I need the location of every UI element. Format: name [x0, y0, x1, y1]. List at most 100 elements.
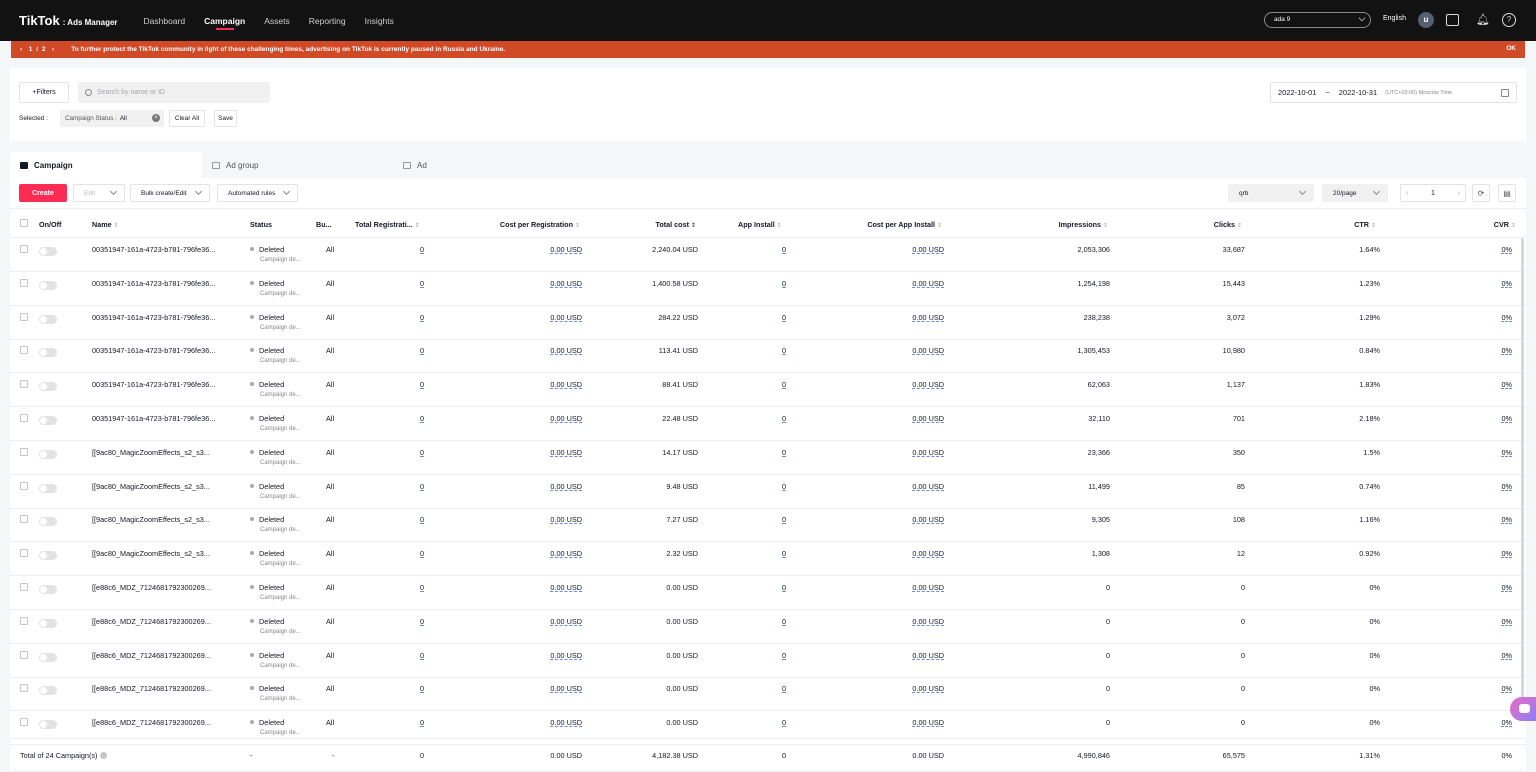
language-selector[interactable]: English [1383, 15, 1406, 22]
row-checkbox[interactable] [20, 312, 28, 321]
app-install-cell[interactable]: 0 [782, 414, 786, 423]
cost-per-app-install-cell[interactable]: 0.00 USD [850, 448, 944, 457]
header-cvr[interactable]: CVR ⇕ [1450, 220, 1516, 229]
on-off-toggle[interactable] [39, 720, 57, 730]
cvr-cell[interactable]: 0% [1450, 414, 1512, 423]
campaign-name[interactable]: [[9ac80_MagicZoomEffects_s2_s3... [92, 549, 210, 558]
app-install-cell[interactable]: 0 [782, 482, 786, 491]
cvr-cell[interactable]: 0% [1450, 515, 1512, 524]
table-row[interactable]: 00351947-161a-4723-b781-796fe36... Delete… [10, 339, 1526, 374]
automated-rules-dropdown[interactable]: Automated rules [217, 184, 298, 202]
table-row[interactable]: [[e88c6_MDZ_7124681792300269... Deleted Ca… [10, 610, 1526, 644]
avatar[interactable]: u [1418, 12, 1434, 28]
table-row[interactable]: [[9ac80_MagicZoomEffects_s2_s3... Deleted… [10, 508, 1526, 543]
cost-per-registration-cell[interactable]: 0.00 USD [490, 279, 582, 288]
next-page-button[interactable]: › [1458, 190, 1460, 197]
logo[interactable]: TikTok : Ads Manager [19, 13, 118, 28]
cost-per-registration-cell[interactable]: 0.00 USD [490, 346, 582, 355]
row-checkbox[interactable] [20, 515, 28, 524]
app-install-cell[interactable]: 0 [782, 718, 786, 727]
on-off-toggle[interactable] [39, 686, 57, 696]
table-row[interactable]: [[9ac80_MagicZoomEffects_s2_s3... Deleted… [10, 542, 1526, 577]
edit-dropdown[interactable]: Edit [73, 184, 125, 202]
on-off-toggle[interactable] [39, 416, 57, 425]
table-row[interactable]: [[9ac80_MagicZoomEffects_s2_s3... Deleted… [10, 441, 1526, 475]
nav-assets[interactable]: Assets [264, 0, 290, 41]
table-row[interactable]: [[e88c6_MDZ_7124681792300269... Deleted Ca… [10, 677, 1526, 712]
on-off-toggle[interactable] [39, 652, 57, 662]
prev-page-button[interactable]: ‹ [1406, 190, 1408, 197]
cvr-cell[interactable]: 0% [1450, 279, 1512, 288]
header-app-install[interactable]: App Install ⇕ [738, 220, 782, 229]
on-off-toggle[interactable] [39, 449, 57, 459]
account-selector[interactable]: ada 9 [1264, 12, 1371, 28]
cost-per-app-install-cell[interactable]: 0.00 USD [850, 279, 944, 288]
on-off-toggle[interactable] [39, 585, 57, 594]
table-row[interactable]: [[e88c6_MDZ_7124681792300269... Deleted Ca… [10, 576, 1526, 610]
row-checkbox[interactable] [20, 245, 28, 253]
cost-per-app-install-cell[interactable]: 0.00 USD [850, 684, 944, 693]
cost-per-registration-cell[interactable]: 0.00 USD [490, 718, 582, 727]
cvr-cell[interactable]: 0% [1450, 448, 1512, 457]
status-filter-chip[interactable]: Campaign Status : All × [60, 110, 164, 127]
export-icon[interactable]: ▤ [1498, 184, 1516, 202]
cvr-cell[interactable]: 0% [1450, 651, 1512, 660]
row-checkbox[interactable] [20, 549, 28, 558]
campaign-name[interactable]: [[9ac80_MagicZoomEffects_s2_s3... [92, 515, 210, 524]
select-all-checkbox[interactable] [20, 219, 28, 227]
on-off-toggle[interactable] [39, 618, 57, 628]
registrations-cell[interactable]: 0 [420, 380, 424, 389]
campaign-name[interactable]: [[e88c6_MDZ_7124681792300269... [92, 684, 211, 693]
app-install-cell[interactable]: 0 [782, 279, 786, 288]
nav-campaign[interactable]: Campaign [204, 0, 245, 41]
app-install-cell[interactable]: 0 [782, 313, 786, 322]
row-checkbox[interactable] [20, 616, 28, 625]
banner-pager[interactable]: ‹ 1 / 2 › [20, 46, 55, 53]
cost-per-app-install-cell[interactable]: 0.00 USD [850, 583, 944, 592]
app-install-cell[interactable]: 0 [782, 651, 786, 660]
cost-per-registration-cell[interactable]: 0.00 USD [490, 549, 582, 558]
cost-per-registration-cell[interactable]: 0.00 USD [490, 515, 582, 524]
registrations-cell[interactable]: 0 [420, 515, 424, 524]
campaign-name[interactable]: 00351947-161a-4723-b781-796fe36... [92, 245, 215, 254]
search-input[interactable]: Search by name or ID [78, 82, 270, 103]
cost-per-registration-cell[interactable]: 0.00 USD [490, 651, 582, 660]
header-name[interactable]: Name ⇕ [92, 220, 119, 229]
cost-per-registration-cell[interactable]: 0.00 USD [490, 313, 582, 322]
table-row[interactable]: 00351947-161a-4723-b781-796fe36... Delete… [10, 407, 1526, 441]
registrations-cell[interactable]: 0 [420, 651, 424, 660]
table-row[interactable]: [[9ac80_MagicZoomEffects_s2_s3... Deleted… [10, 475, 1526, 509]
cvr-cell[interactable]: 0% [1450, 583, 1512, 592]
cost-per-registration-cell[interactable]: 0.00 USD [490, 380, 582, 389]
on-off-toggle[interactable] [39, 517, 57, 527]
table-row[interactable]: 00351947-161a-4723-b781-796fe36... Delete… [10, 272, 1526, 306]
registrations-cell[interactable]: 0 [420, 617, 424, 626]
cost-per-registration-cell[interactable]: 0.00 USD [490, 482, 582, 491]
registrations-cell[interactable]: 0 [420, 448, 424, 457]
on-off-toggle[interactable] [39, 382, 57, 392]
registrations-cell[interactable]: 0 [420, 684, 424, 693]
app-install-cell[interactable]: 0 [782, 617, 786, 626]
app-install-cell[interactable]: 0 [782, 380, 786, 389]
cvr-cell[interactable]: 0% [1450, 718, 1512, 727]
row-checkbox[interactable] [20, 380, 28, 389]
cost-per-app-install-cell[interactable]: 0.00 USD [850, 482, 944, 491]
cost-per-registration-cell[interactable]: 0.00 USD [490, 448, 582, 457]
row-checkbox[interactable] [20, 650, 28, 659]
table-row[interactable]: 00351947-161a-4723-b781-796fe36... Delete… [10, 238, 1526, 272]
registrations-cell[interactable]: 0 [420, 583, 424, 592]
on-off-toggle[interactable] [39, 280, 57, 290]
tab-ad-group[interactable]: Ad group [212, 152, 392, 178]
registrations-cell[interactable]: 0 [420, 346, 424, 355]
registrations-cell[interactable]: 0 [420, 279, 424, 288]
filters-button[interactable]: +Filters [19, 82, 69, 103]
row-checkbox[interactable] [20, 447, 28, 456]
campaign-name[interactable]: [[9ac80_MagicZoomEffects_s2_s3... [92, 448, 210, 457]
row-checkbox[interactable] [20, 481, 28, 490]
table-row[interactable]: 00351947-161a-4723-b781-796fe36... Delete… [10, 306, 1526, 340]
row-checkbox[interactable] [20, 684, 28, 693]
on-off-toggle[interactable] [39, 314, 57, 324]
table-row[interactable]: [[e88c6_MDZ_7124681792300269... Deleted Ca… [10, 644, 1526, 678]
cost-per-app-install-cell[interactable]: 0.00 USD [850, 245, 944, 254]
cost-per-app-install-cell[interactable]: 0.00 USD [850, 346, 944, 355]
